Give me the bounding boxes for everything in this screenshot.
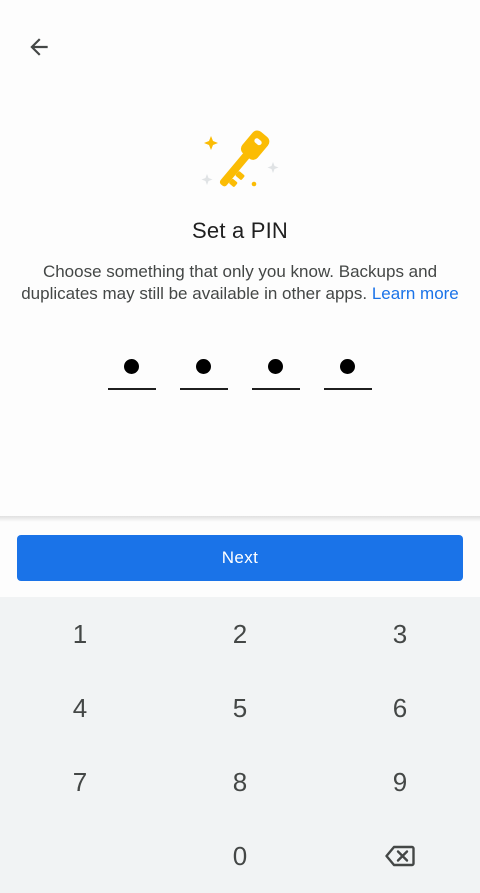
- pin-digit-2: [180, 354, 228, 394]
- pin-digit-3: [252, 354, 300, 394]
- set-pin-screen: Set a PIN Choose something that only you…: [0, 0, 480, 893]
- pin-digit-1: [108, 354, 156, 394]
- backspace-key[interactable]: [320, 819, 480, 893]
- pin-underline: [252, 388, 300, 390]
- key-6[interactable]: 6: [320, 671, 480, 745]
- pin-underline: [108, 388, 156, 390]
- pin-underline: [180, 388, 228, 390]
- pin-dot: [124, 359, 139, 374]
- next-button[interactable]: Next: [17, 535, 463, 581]
- key-4[interactable]: 4: [0, 671, 160, 745]
- key-2[interactable]: 2: [160, 597, 320, 671]
- pin-entry[interactable]: [0, 354, 480, 394]
- key-1[interactable]: 1: [0, 597, 160, 671]
- key-9[interactable]: 9: [320, 745, 480, 819]
- sparkle-icon: [204, 136, 218, 150]
- key-7[interactable]: 7: [0, 745, 160, 819]
- back-button[interactable]: [22, 30, 56, 64]
- pin-dot: [268, 359, 283, 374]
- pin-dot: [340, 359, 355, 374]
- key-illustration: [196, 124, 286, 200]
- key-8[interactable]: 8: [160, 745, 320, 819]
- key-0[interactable]: 0: [160, 819, 320, 893]
- numeric-keypad: 1 2 3 4 5 6 7 8 9 0: [0, 597, 480, 893]
- key-5[interactable]: 5: [160, 671, 320, 745]
- pin-underline: [324, 388, 372, 390]
- key-3[interactable]: 3: [320, 597, 480, 671]
- sparkle-icon: [267, 162, 279, 173]
- page-title: Set a PIN: [192, 218, 288, 243]
- arrow-left-icon: [30, 38, 48, 56]
- pin-digit-4: [324, 354, 372, 394]
- backspace-icon: [385, 845, 415, 867]
- key-icon: [201, 130, 279, 187]
- keyboard-divider: [0, 516, 480, 522]
- description: Choose something that only you know. Bac…: [20, 261, 460, 305]
- pin-dot: [196, 359, 211, 374]
- sparkle-icon: [201, 174, 213, 185]
- learn-more-link[interactable]: Learn more: [372, 284, 459, 303]
